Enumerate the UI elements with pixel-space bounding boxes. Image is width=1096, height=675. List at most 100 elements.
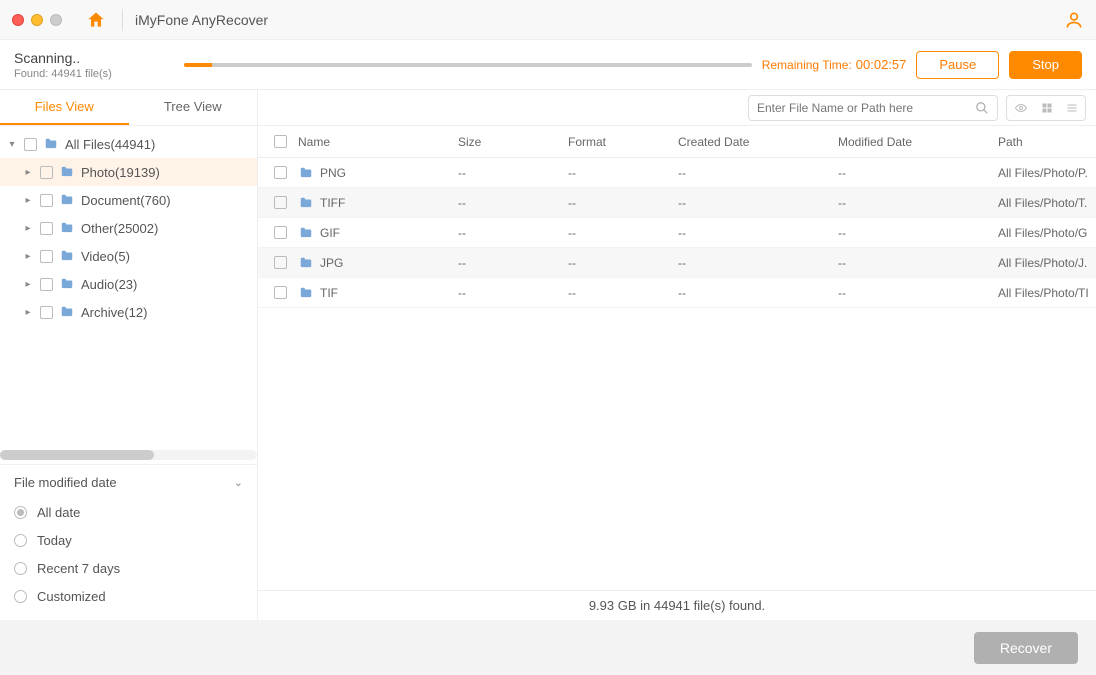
stop-button[interactable]: Stop (1009, 51, 1082, 79)
cell-format: -- (568, 166, 678, 180)
cell-created: -- (678, 256, 838, 270)
progress-bar (184, 63, 752, 67)
chevron-right-icon[interactable]: ▸ (22, 194, 34, 206)
main-area: Files View Tree View ▾ All Files(44941) … (0, 90, 1096, 620)
preview-icon[interactable] (1013, 102, 1029, 114)
status-bar: Scanning.. Found: 44941 file(s) Remainin… (0, 40, 1096, 90)
user-icon[interactable] (1064, 10, 1084, 30)
tree-item-document[interactable]: ▸ Document(760) (0, 186, 257, 214)
table-row[interactable]: TIFF -- -- -- -- All Files/Photo/T. (258, 188, 1096, 218)
cell-name: PNG (320, 166, 346, 180)
filter-option-all-date[interactable]: All date (14, 498, 243, 526)
cell-format: -- (568, 196, 678, 210)
sidebar: Files View Tree View ▾ All Files(44941) … (0, 90, 258, 620)
cell-path: All Files/Photo/G (998, 226, 1096, 240)
filter-title: File modified date (14, 475, 117, 490)
chevron-right-icon[interactable]: ▸ (22, 222, 34, 234)
checkbox[interactable] (40, 194, 53, 207)
recover-button[interactable]: Recover (974, 632, 1078, 664)
col-header-created[interactable]: Created Date (678, 135, 838, 149)
folder-icon (59, 249, 75, 263)
chevron-right-icon[interactable]: ▸ (22, 306, 34, 318)
col-header-name[interactable]: Name (298, 135, 458, 149)
row-checkbox[interactable] (274, 196, 287, 209)
tree-item-label: All Files(44941) (65, 137, 155, 152)
cell-format: -- (568, 286, 678, 300)
folder-icon (298, 286, 314, 300)
cell-name: TIFF (320, 196, 345, 210)
home-icon[interactable] (86, 10, 106, 30)
cell-created: -- (678, 196, 838, 210)
pause-button[interactable]: Pause (916, 51, 999, 79)
search-icon[interactable] (975, 101, 989, 115)
tab-files-view[interactable]: Files View (0, 90, 129, 125)
tree-item-label: Archive(12) (81, 305, 147, 320)
cell-modified: -- (838, 286, 998, 300)
cell-modified: -- (838, 166, 998, 180)
col-header-modified[interactable]: Modified Date (838, 135, 998, 149)
col-header-path[interactable]: Path (998, 135, 1096, 149)
checkbox[interactable] (40, 166, 53, 179)
minimize-window-button[interactable] (31, 14, 43, 26)
filter-title-row[interactable]: File modified date ⌄ (14, 475, 243, 490)
chevron-right-icon[interactable]: ▸ (22, 166, 34, 178)
checkbox[interactable] (40, 278, 53, 291)
radio-icon (14, 590, 27, 603)
cell-modified: -- (838, 256, 998, 270)
tree-item-photo[interactable]: ▸ Photo(19139) (0, 158, 257, 186)
chevron-right-icon[interactable]: ▸ (22, 250, 34, 262)
close-window-button[interactable] (12, 14, 24, 26)
folder-icon (59, 277, 75, 291)
tree-item-audio[interactable]: ▸ Audio(23) (0, 270, 257, 298)
list-view-icon[interactable] (1065, 102, 1079, 114)
checkbox[interactable] (40, 222, 53, 235)
col-header-format[interactable]: Format (568, 135, 678, 149)
row-checkbox[interactable] (274, 226, 287, 239)
cell-path: All Files/Photo/J. (998, 256, 1096, 270)
col-header-size[interactable]: Size (458, 135, 568, 149)
table-body: PNG -- -- -- -- All Files/Photo/P. TIFF … (258, 158, 1096, 590)
scanning-label: Scanning.. (14, 50, 184, 66)
row-checkbox[interactable] (274, 166, 287, 179)
table-row[interactable]: JPG -- -- -- -- All Files/Photo/J. (258, 248, 1096, 278)
tab-tree-view[interactable]: Tree View (129, 90, 258, 125)
radio-icon (14, 562, 27, 575)
content-area: Name Size Format Created Date Modified D… (258, 90, 1096, 620)
view-tabs: Files View Tree View (0, 90, 257, 126)
tree-item-video[interactable]: ▸ Video(5) (0, 242, 257, 270)
row-checkbox[interactable] (274, 256, 287, 269)
filter-option-label: All date (37, 505, 80, 520)
filter-option-label: Today (37, 533, 72, 548)
remaining-time-value: 00:02:57 (856, 57, 907, 72)
filter-option-recent-7-days[interactable]: Recent 7 days (14, 554, 243, 582)
cell-name: TIF (320, 286, 338, 300)
checkbox[interactable] (40, 306, 53, 319)
tree-item-label: Other(25002) (81, 221, 158, 236)
folder-icon (298, 166, 314, 180)
table-row[interactable]: TIF -- -- -- -- All Files/Photo/TI (258, 278, 1096, 308)
search-input[interactable] (757, 101, 975, 115)
tree-item-all-files[interactable]: ▾ All Files(44941) (0, 130, 257, 158)
file-tree: ▾ All Files(44941) ▸ Photo(19139) ▸ Docu… (0, 126, 257, 446)
cell-path: All Files/Photo/P. (998, 166, 1096, 180)
progress-fill (184, 63, 212, 67)
sidebar-scrollbar[interactable] (0, 450, 257, 460)
cell-format: -- (568, 256, 678, 270)
chevron-right-icon[interactable]: ▸ (22, 278, 34, 290)
tree-item-other[interactable]: ▸ Other(25002) (0, 214, 257, 242)
search-box[interactable] (748, 95, 998, 121)
select-all-checkbox[interactable] (274, 135, 287, 148)
maximize-window-button[interactable] (50, 14, 62, 26)
tree-item-archive[interactable]: ▸ Archive(12) (0, 298, 257, 326)
table-row[interactable]: PNG -- -- -- -- All Files/Photo/P. (258, 158, 1096, 188)
table-row[interactable]: GIF -- -- -- -- All Files/Photo/G (258, 218, 1096, 248)
checkbox[interactable] (24, 138, 37, 151)
checkbox[interactable] (40, 250, 53, 263)
grid-view-icon[interactable] (1041, 102, 1053, 114)
row-checkbox[interactable] (274, 286, 287, 299)
filter-option-today[interactable]: Today (14, 526, 243, 554)
chevron-down-icon[interactable]: ▾ (6, 138, 18, 150)
filter-option-customized[interactable]: Customized (14, 582, 243, 610)
view-mode-switch[interactable] (1006, 95, 1086, 121)
folder-icon (298, 196, 314, 210)
